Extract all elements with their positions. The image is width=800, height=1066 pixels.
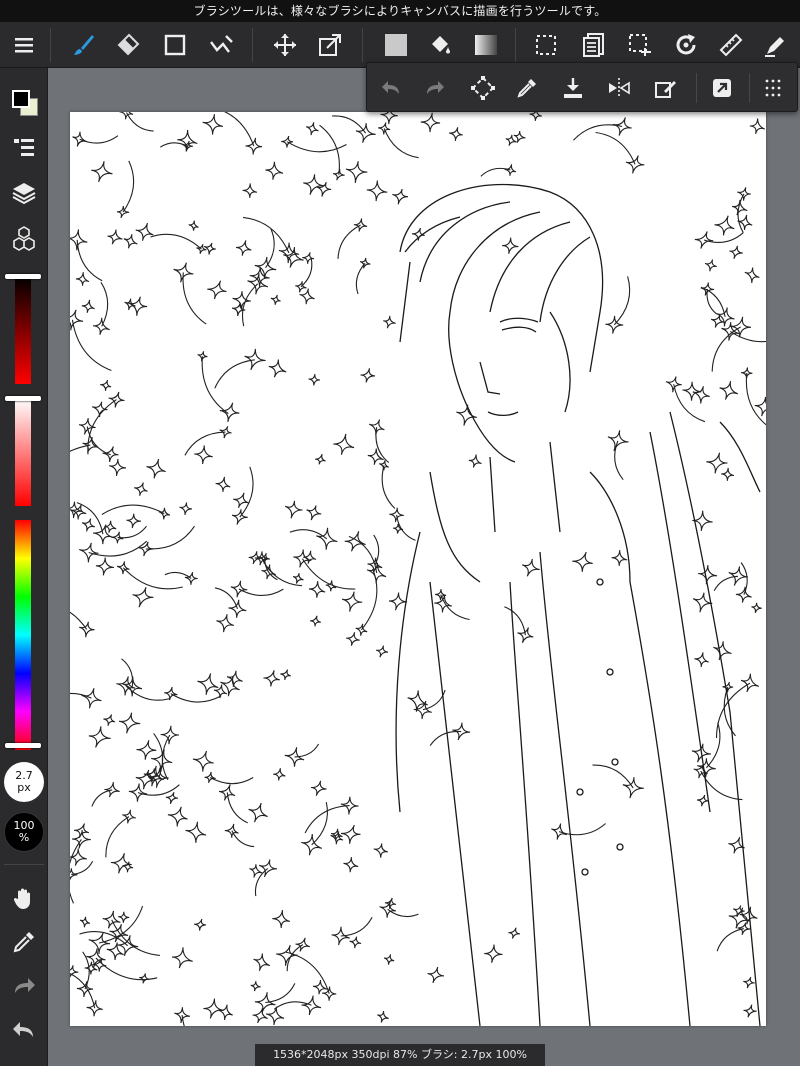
rect-icon[interactable] (157, 27, 193, 63)
gradient-icon[interactable] (468, 27, 504, 63)
selection-icon[interactable] (528, 27, 564, 63)
primary-color (12, 90, 30, 108)
canvas-info-bar: 1536*2048px 350dpi 87% ブラシ: 2.7px 100% (255, 1044, 545, 1066)
share-icon[interactable] (704, 70, 740, 106)
menu-icon[interactable] (6, 27, 42, 63)
eyedropper-icon[interactable] (6, 924, 42, 960)
layer-properties-icon[interactable] (6, 130, 42, 166)
slider-handle[interactable] (5, 743, 41, 748)
import-icon[interactable] (555, 70, 591, 106)
clear-icon[interactable] (647, 70, 683, 106)
drawing-canvas[interactable] (70, 112, 766, 1026)
app-window: ブラシツールは、様々なブラシによりキャンバスに描画を行うツールです。 2.7 p… (0, 0, 800, 1066)
redo-icon[interactable] (6, 968, 42, 1004)
materials-icon[interactable] (6, 220, 42, 256)
transform-icon[interactable] (312, 27, 348, 63)
eyedropper-icon[interactable] (509, 70, 545, 106)
hand-icon[interactable] (6, 880, 42, 916)
slider-handle[interactable] (5, 396, 41, 401)
opacity-unit: % (18, 831, 30, 844)
color-swatch[interactable] (10, 88, 40, 118)
tool-hint-bar: ブラシツールは、様々なブラシによりキャンバスに描画を行うツールです。 (0, 0, 800, 22)
lasso-transform-icon[interactable] (465, 70, 501, 106)
opacity-button[interactable]: 100 % (4, 812, 44, 852)
more-icon[interactable] (755, 70, 791, 106)
brush-size-button[interactable]: 2.7 px (4, 762, 44, 802)
line-art (70, 112, 766, 1026)
undo-icon[interactable] (6, 1012, 42, 1048)
snap-icon[interactable] (203, 27, 239, 63)
redo-icon[interactable] (417, 70, 453, 106)
ruler-icon[interactable] (713, 27, 749, 63)
eraser-icon[interactable] (110, 27, 146, 63)
slider-handle[interactable] (5, 274, 41, 279)
fill-color-icon[interactable] (378, 27, 414, 63)
layers-icon[interactable] (6, 175, 42, 211)
tint-slider[interactable] (5, 396, 41, 506)
select-area-icon[interactable] (622, 27, 658, 63)
move-icon[interactable] (267, 27, 303, 63)
brush-size-unit: px (17, 781, 31, 794)
dark-shade-slider[interactable] (5, 274, 41, 384)
rotate-icon[interactable] (668, 27, 704, 63)
brush-icon[interactable] (66, 27, 102, 63)
left-sidebar: 2.7 px 100 % (0, 68, 48, 1066)
hue-slider[interactable] (5, 520, 41, 750)
bucket-icon[interactable] (422, 27, 458, 63)
layer-list-icon[interactable] (576, 27, 612, 63)
pen-icon[interactable] (758, 27, 794, 63)
sub-toolbar (366, 62, 798, 112)
flip-icon[interactable] (601, 70, 637, 106)
undo-icon[interactable] (373, 70, 409, 106)
